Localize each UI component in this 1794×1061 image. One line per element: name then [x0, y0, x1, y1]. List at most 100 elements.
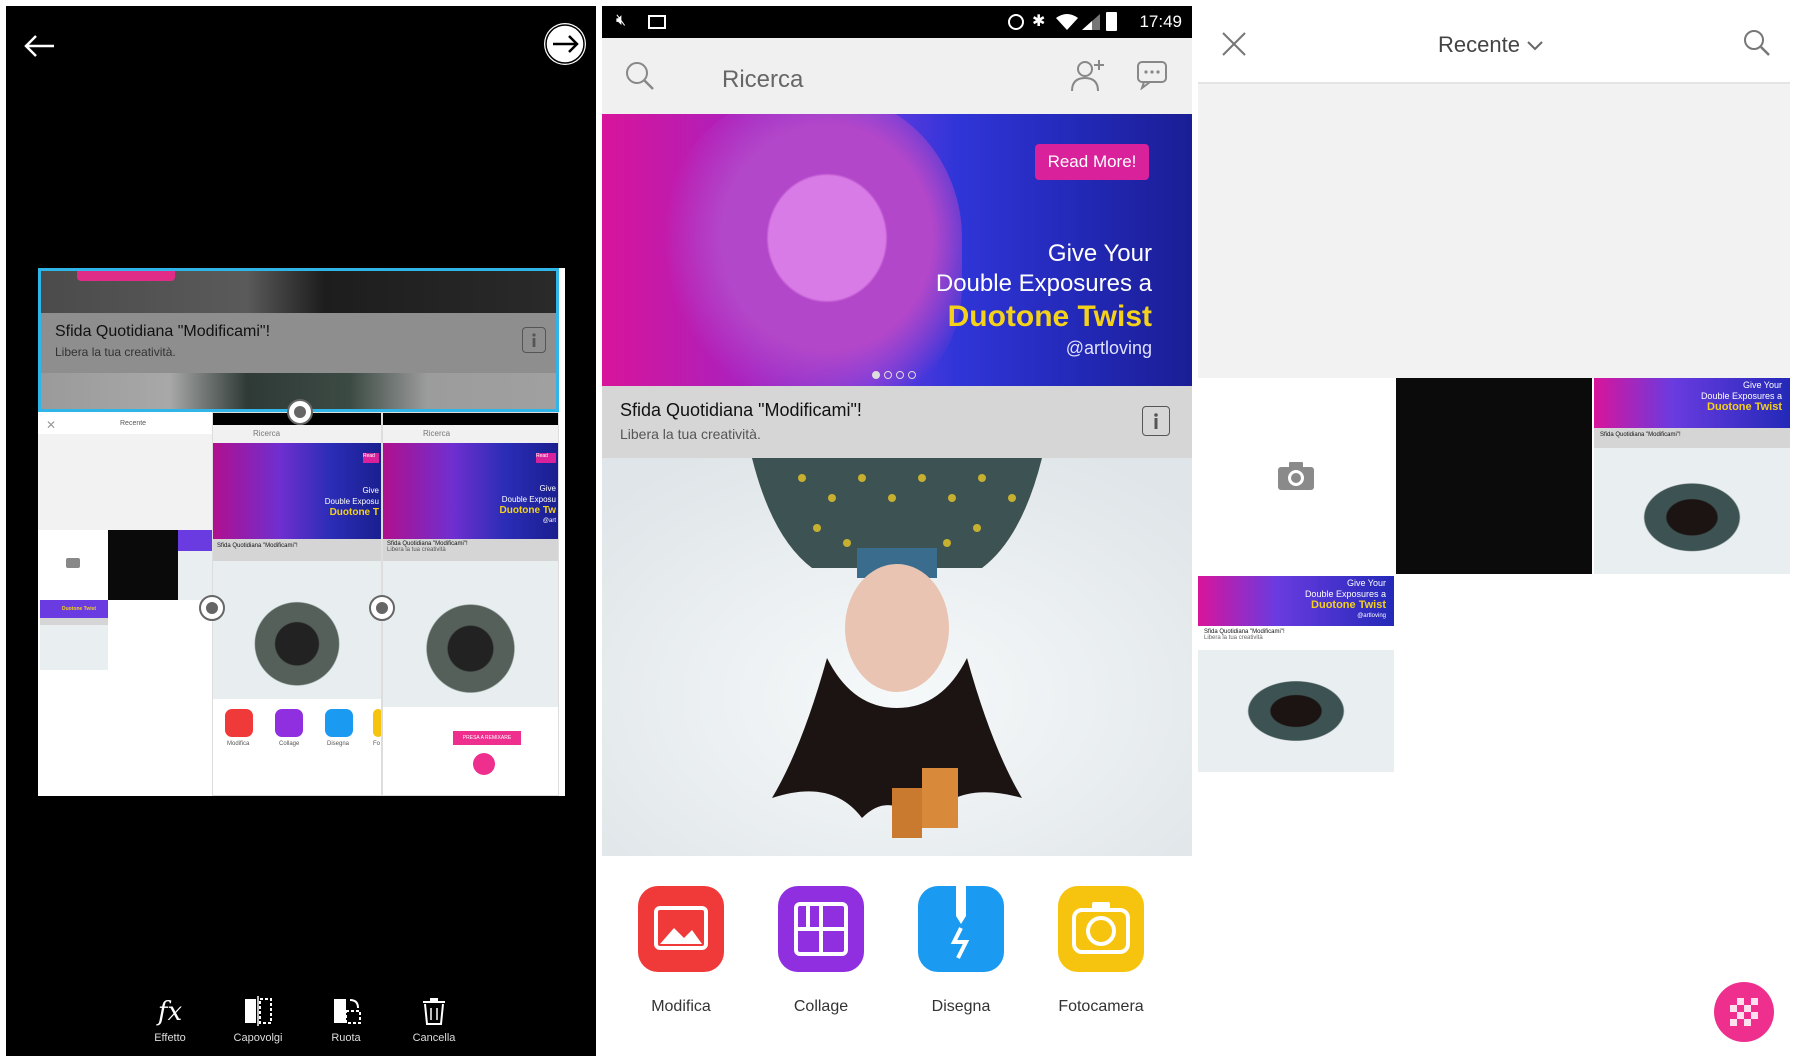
mini-camera-tile	[38, 530, 108, 600]
thumb-caption: Sfida Quotidiana "Modificami"!	[1594, 428, 1790, 448]
mini-black-tile	[108, 530, 178, 600]
mini-search-bar: Ricerca	[213, 425, 381, 443]
thumb-caption-subtitle: Libera la tua creatività	[1204, 635, 1263, 641]
page-dot[interactable]	[872, 371, 880, 379]
gallery-empty-area	[1198, 84, 1790, 378]
search-icon[interactable]	[624, 60, 656, 97]
mini-caption: Sfida Quotidiana "Modificami"!	[213, 539, 381, 561]
mini-thumb-tile	[178, 530, 212, 600]
thumb-photo	[1594, 448, 1790, 574]
camera-icon	[1276, 460, 1316, 497]
next-arrow-button[interactable]	[544, 23, 586, 65]
album-title: Recente	[1438, 32, 1520, 57]
page-dot[interactable]	[908, 371, 916, 379]
resize-handle-left[interactable]	[199, 595, 225, 621]
flip-icon	[223, 996, 293, 1028]
search-icon[interactable]	[1742, 28, 1772, 63]
mini-gallery-title: Recente	[120, 420, 147, 427]
collage-icon	[778, 886, 864, 972]
tool-cancella[interactable]: Cancella	[399, 996, 469, 1044]
tool-label: Effetto	[154, 1032, 186, 1044]
search-bar[interactable]: Ricerca	[602, 38, 1192, 114]
mini-app-label: Fo	[373, 741, 381, 747]
back-arrow-icon[interactable]	[20, 26, 60, 66]
cell-caption-title: Sfida Quotidiana "Modificami"!	[55, 323, 271, 340]
banner-page-indicator[interactable]	[870, 366, 918, 384]
mini-camera-app-icon	[373, 709, 381, 737]
banner-line-2: Double Exposures a	[935, 270, 1152, 297]
collage-cell-gallery[interactable]: ✕ Recente Duotone Twist	[38, 412, 212, 796]
tool-label: Ruota	[331, 1032, 361, 1044]
thumb-banner-text: Give Your Double Exposures a Duotone Twi…	[1305, 578, 1386, 622]
mini-caption-title: Sfida Quotidiana "Modificami"!	[217, 543, 298, 549]
page-dot[interactable]	[896, 371, 904, 379]
album-dropdown[interactable]: Recente	[1438, 32, 1544, 58]
thumb-photo	[1198, 650, 1394, 772]
app-fotocamera[interactable]: Fotocamera	[1046, 886, 1156, 1016]
app-collage[interactable]: Collage	[766, 886, 876, 1016]
challenge-caption[interactable]: Sfida Quotidiana "Modificami"! Libera la…	[602, 386, 1192, 458]
bluetooth-icon: ✱	[1032, 13, 1046, 30]
close-icon[interactable]	[1220, 30, 1248, 63]
app-label: Disegna	[931, 998, 991, 1015]
gallery-header: Recente	[1198, 6, 1790, 84]
tool-effetto[interactable]: fx Effetto	[135, 996, 205, 1044]
photo-tile-black[interactable]	[1396, 378, 1592, 574]
banner-line-1: Give Your	[1047, 240, 1152, 267]
mini-read-button: Read	[536, 453, 556, 463]
banner-portrait	[662, 114, 962, 386]
read-more-button[interactable]: Read More!	[1035, 144, 1149, 180]
thumb-banner-line: @artloving	[1357, 613, 1386, 619]
collage-cell-home-1[interactable]: Ricerca Read Give Double Exposu Duotone …	[212, 412, 382, 796]
trash-icon	[399, 996, 469, 1028]
mini-thumb-tile-2: Duotone Twist	[40, 600, 108, 670]
mini-app-icons: Modifica Collage Disegna Fo	[213, 699, 381, 759]
battery-icon	[1106, 12, 1117, 31]
tool-capovolgi[interactable]: Capovolgi	[223, 996, 293, 1044]
app-label: Modifica	[651, 998, 711, 1015]
app-shortcuts: Modifica Collage Disegna Fotocamera	[602, 856, 1192, 1056]
chat-icon[interactable]	[1134, 60, 1168, 95]
signal-icon	[1082, 14, 1100, 35]
mini-caption: Sfida Quotidiana "Modificami"! Libera la…	[383, 539, 558, 561]
info-icon	[522, 327, 546, 353]
tool-label: Capovolgi	[233, 1032, 283, 1044]
fotocamera-icon	[1058, 886, 1144, 972]
multi-select-fab[interactable]	[1714, 982, 1774, 1042]
app-disegna[interactable]: Disegna	[906, 886, 1016, 1016]
thumb-banner-text: Give Your Double Exposures a Duotone Twi…	[1701, 380, 1782, 413]
mini-status-bar	[383, 413, 558, 425]
collage-cell-home-2[interactable]: Ricerca Read Give Double Exposu Duotone …	[382, 412, 559, 796]
resize-handle-top[interactable]	[287, 399, 313, 425]
photo-tile-screenshot-2[interactable]: Give Your Double Exposures a Duotone Twi…	[1198, 576, 1394, 772]
thumb-caption: Sfida Quotidiana "Modificami"! Libera la…	[1198, 626, 1394, 650]
tool-label: Cancella	[412, 1032, 456, 1044]
mini-gray-area	[38, 434, 212, 530]
selected-collage-cell[interactable]: Sfida Quotidiana "Modificami"! Libera la…	[38, 268, 559, 412]
thumb-banner-line: Duotone Twist	[1311, 599, 1386, 611]
mini-banner-line: Double Exposu	[324, 497, 379, 506]
search-placeholder[interactable]: Ricerca	[722, 66, 803, 94]
mini-close-icon: ✕	[46, 418, 57, 432]
camera-tile[interactable]	[1198, 378, 1394, 574]
mini-search-label: Ricerca	[423, 429, 451, 438]
mini-caption-title: Sfida Quotidiana "Modificami"!	[387, 541, 468, 547]
resize-handle-right[interactable]	[369, 595, 395, 621]
challenge-photo[interactable]	[602, 458, 1192, 856]
featured-banner[interactable]: Read More! Give Your Double Exposures a …	[602, 114, 1192, 386]
page-dot[interactable]	[884, 371, 892, 379]
dnd-icon	[1008, 14, 1024, 30]
challenge-subtitle: Libera la tua creatività.	[620, 426, 761, 442]
thumb-banner: Give Your Double Exposures a Duotone Twi…	[1198, 576, 1394, 626]
photo-tile-screenshot-1[interactable]: Give Your Double Exposures a Duotone Twi…	[1594, 378, 1790, 574]
info-icon[interactable]	[1142, 406, 1170, 436]
add-user-icon[interactable]	[1070, 58, 1106, 97]
editor-toolbar: fx Effetto Capovolgi Ruota Cancella	[6, 996, 596, 1056]
status-time: 17:49	[1139, 12, 1182, 31]
collage-canvas[interactable]: Sfida Quotidiana "Modificami"! Libera la…	[38, 268, 565, 796]
app-modifica[interactable]: Modifica	[626, 886, 736, 1016]
cell-read-more-fragment	[77, 271, 175, 281]
tool-ruota[interactable]: Ruota	[311, 996, 381, 1044]
thumb-banner-line: Duotone Twist	[1707, 401, 1782, 413]
home-panel: 🔇︎ ✱ 17:49 Ricerca Read More! Give Your …	[602, 6, 1192, 1056]
